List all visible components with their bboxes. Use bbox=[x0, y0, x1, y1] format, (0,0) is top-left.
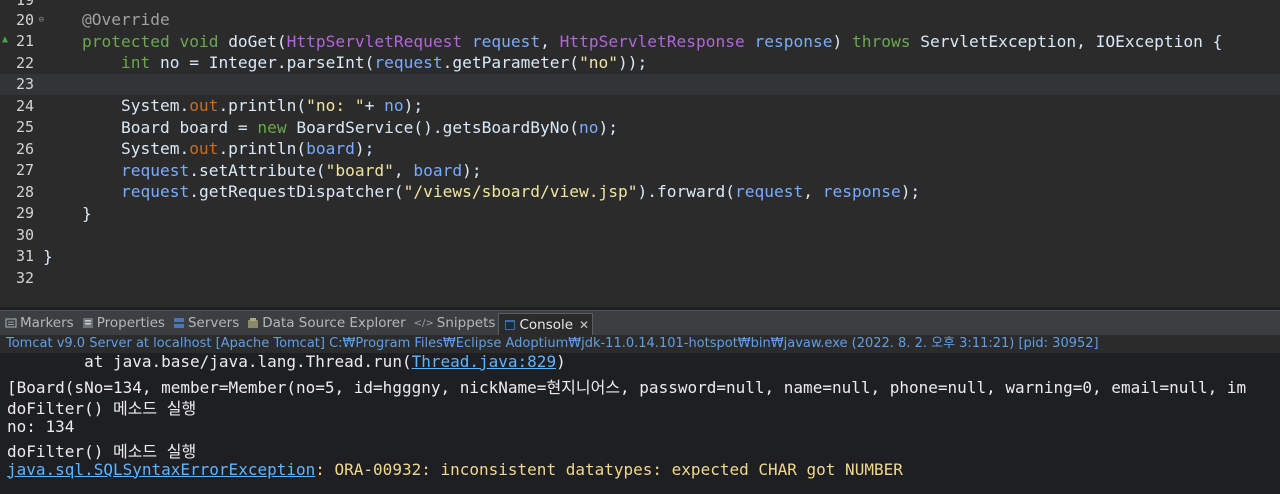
line-number: 30 bbox=[15, 225, 34, 244]
override-marker-icon: ▲ bbox=[2, 34, 9, 46]
editor-line-23: 23 bbox=[0, 73, 1280, 95]
line-number: 32 bbox=[15, 268, 34, 287]
console-launch-info: Tomcat v9.0 Server at localhost [Apache … bbox=[0, 335, 1280, 353]
tab-snippets[interactable]: </> Snippets bbox=[409, 311, 499, 335]
tab-markers[interactable]: Markers bbox=[0, 311, 77, 335]
console-error-line: java.sql.SQLSyntaxErrorException: ORA-00… bbox=[7, 459, 903, 479]
code-line: request.getRequestDispatcher("/views/sbo… bbox=[120, 182, 921, 202]
console-line: doFilter() 메소드 실행 bbox=[7, 442, 197, 461]
console-line: no: 134 bbox=[7, 416, 75, 436]
line-number: 24 bbox=[15, 96, 34, 115]
editor-line-30: 30 bbox=[0, 224, 1280, 245]
code-line: protected void doGet(HttpServletRequest … bbox=[81, 31, 1223, 51]
line-number: 26 bbox=[15, 139, 34, 158]
data-source-icon bbox=[248, 318, 259, 328]
tab-label: Servers bbox=[187, 315, 240, 331]
servers-icon bbox=[173, 318, 184, 328]
line-number: 20 ⊖ bbox=[15, 10, 44, 29]
bottom-panel-tabs: Markers Properties Servers Data Source E… bbox=[0, 310, 1280, 336]
line-number: 25 bbox=[15, 118, 34, 137]
editor-line-29: 29 } bbox=[0, 203, 1280, 224]
tab-data-source-explorer[interactable]: Data Source Explorer bbox=[242, 311, 408, 335]
code-editor[interactable]: 19 20⊖ @Override ▲21 protected void doGe… bbox=[0, 0, 1280, 307]
line-number: 28 bbox=[15, 182, 34, 201]
line-number: 31 bbox=[15, 247, 34, 266]
code-line: } bbox=[43, 246, 53, 266]
properties-icon bbox=[82, 318, 93, 328]
code-line: int no = Integer.parseInt(request.getPar… bbox=[120, 53, 648, 73]
editor-line-25: 25 Board board = new BoardService().gets… bbox=[0, 117, 1280, 138]
console-line: doFilter() 메소드 실행 bbox=[7, 399, 197, 418]
console-output[interactable]: at java.base/java.lang.Thread.run(Thread… bbox=[0, 353, 1280, 494]
tab-label: Data Source Explorer bbox=[262, 315, 406, 331]
code-line: Board board = new BoardService().getsBoa… bbox=[43, 117, 619, 137]
line-number: ▲ 21 bbox=[2, 32, 34, 51]
close-icon[interactable]: ✕ bbox=[579, 318, 589, 332]
markers-icon bbox=[5, 318, 17, 328]
console-line: [Board(sNo=134, member=Member(no=5, id=h… bbox=[7, 377, 1247, 397]
tab-console[interactable]: Console ✕ bbox=[498, 312, 594, 336]
tab-servers[interactable]: Servers bbox=[168, 311, 242, 335]
editor-line-32: 32 bbox=[0, 267, 1280, 288]
code-line: request.setAttribute("board", board); bbox=[120, 160, 482, 180]
code-line: @Override bbox=[81, 10, 170, 30]
tab-label: Markers bbox=[20, 315, 74, 331]
editor-line-24: 24 System.out.println("no: "+ no); bbox=[0, 95, 1280, 116]
editor-line-28: 28 request.getRequestDispatcher("/views/… bbox=[0, 181, 1280, 202]
editor-line-31: 31 } bbox=[0, 246, 1280, 267]
stacktrace-link[interactable]: Thread.java:829 bbox=[412, 353, 557, 371]
editor-line-27: 27 request.setAttribute("board", board); bbox=[0, 160, 1280, 181]
snippets-icon: </> bbox=[413, 317, 434, 329]
line-number: 23 bbox=[15, 75, 34, 94]
tab-label: Snippets bbox=[436, 315, 496, 331]
editor-line-21: ▲ 21 protected void doGet(HttpServletRequ… bbox=[0, 31, 1280, 52]
tab-label: Properties bbox=[96, 315, 165, 331]
console-icon bbox=[505, 319, 516, 330]
code-line: } bbox=[43, 203, 92, 223]
line-number: 27 bbox=[15, 161, 34, 180]
line-number: 19 bbox=[0, 0, 34, 9]
editor-line-26: 26 System.out.println(board); bbox=[0, 138, 1280, 159]
editor-line-22: 22 int no = Integer.parseInt(request.get… bbox=[0, 52, 1280, 73]
code-line: System.out.println("no: "+ no); bbox=[43, 96, 424, 116]
line-number: 22 bbox=[15, 53, 34, 72]
tab-properties[interactable]: Properties bbox=[77, 311, 168, 335]
exception-link[interactable]: java.sql.SQLSyntaxErrorException bbox=[7, 460, 315, 479]
tab-label: Console bbox=[519, 316, 574, 333]
code-line: System.out.println(board); bbox=[43, 139, 375, 159]
console-line: at java.base/java.lang.Thread.run(Thread… bbox=[7, 353, 566, 371]
editor-line-20: 20 ⊖ @Override bbox=[0, 9, 1280, 30]
line-number: 29 bbox=[15, 204, 34, 223]
